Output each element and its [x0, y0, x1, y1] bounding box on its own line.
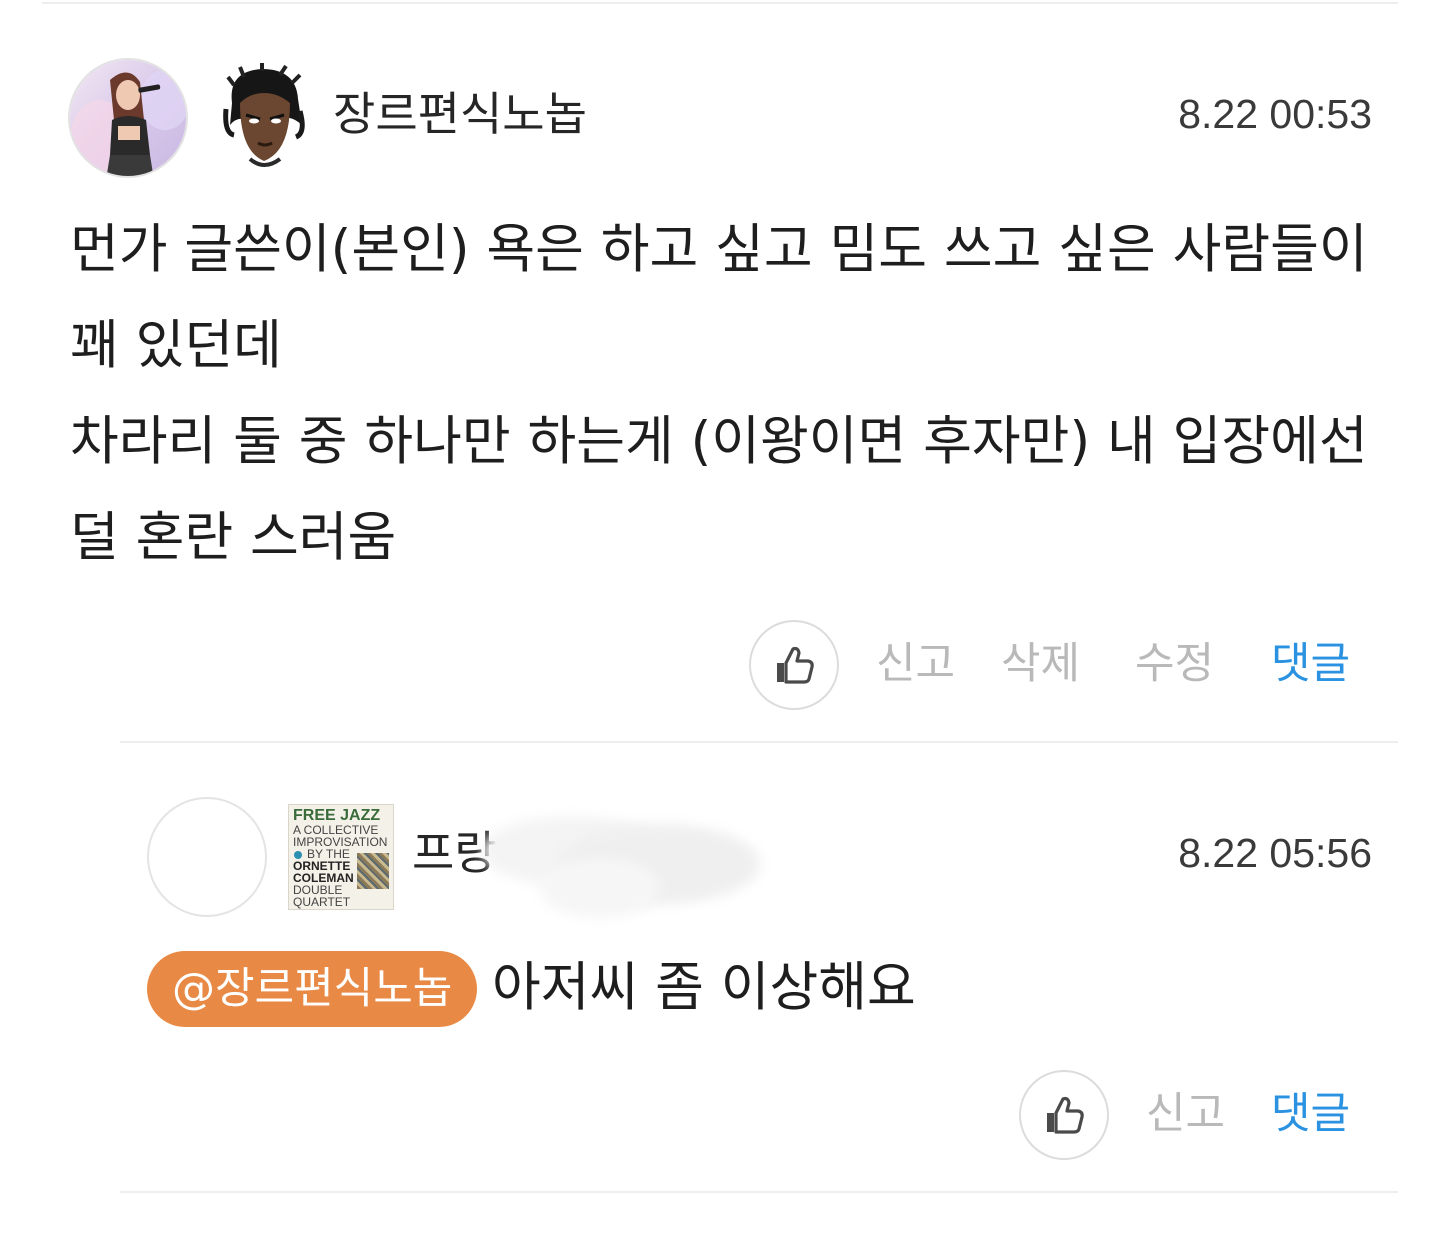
reply-body: 아저씨 좀 이상해요	[492, 957, 916, 1018]
like-button[interactable]	[749, 620, 839, 710]
reply-button[interactable]: 댓글	[1271, 638, 1350, 690]
reply-report-button[interactable]: 신고	[1146, 1088, 1225, 1140]
comment-body-line: 먼가 글쓴이(본인) 욕은 하고 싶고 밈도 쓰고 싶은 사람들이	[70, 219, 1368, 280]
comment-body-line: 덜 혼란 스러움	[70, 507, 397, 568]
reply-timestamp: 8.22 05:56	[1178, 830, 1372, 876]
reply-avatar[interactable]	[147, 797, 267, 917]
comment-author-nickname[interactable]: 장르편식노놉	[333, 86, 587, 142]
profile-badge-image	[218, 63, 310, 171]
album-cover-title: FREE JAZZ	[293, 807, 381, 824]
album-cover-line: QUARTET	[293, 895, 351, 909]
reply-reply-button[interactable]: 댓글	[1271, 1088, 1350, 1140]
comment-body-line: 꽤 있던데	[70, 315, 282, 376]
thumbs-up-icon	[777, 646, 814, 684]
album-art-painting	[357, 853, 389, 889]
delete-button[interactable]: 삭제	[1001, 638, 1080, 690]
comment-timestamp: 8.22 00:53	[1178, 91, 1372, 137]
album-cover-badge: FREE JAZZ A COLLECTIVE IMPROVISATION BY …	[288, 804, 394, 910]
reply-like-button[interactable]	[1019, 1070, 1109, 1160]
avatar-photo	[70, 60, 186, 176]
top-divider	[42, 2, 1398, 4]
thumbs-up-icon	[1047, 1096, 1084, 1134]
edit-button[interactable]: 수정	[1135, 638, 1214, 690]
album-dot-icon	[294, 851, 302, 859]
comment-divider	[120, 741, 1398, 743]
report-button[interactable]: 신고	[876, 638, 955, 690]
avatar[interactable]	[68, 58, 188, 178]
reply-divider	[120, 1191, 1398, 1193]
comment-body-line: 차라리 둘 중 하나만 하는게 (이왕이면 후자만) 내 입장에선	[70, 411, 1368, 472]
mention-tag[interactable]: @장르편식노놉	[147, 951, 478, 1027]
